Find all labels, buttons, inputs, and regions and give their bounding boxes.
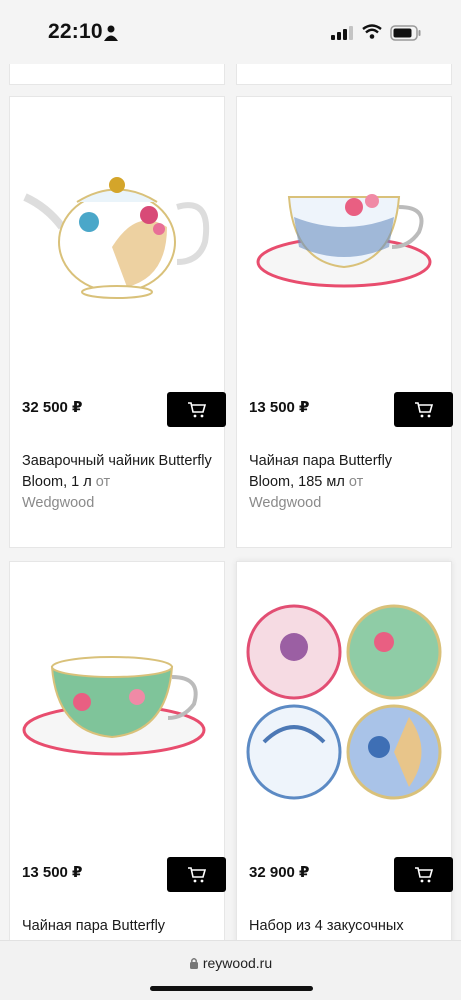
product-image[interactable] xyxy=(237,562,451,842)
cart-icon xyxy=(414,866,433,882)
url-text[interactable]: reywood.ru xyxy=(203,955,272,971)
url-display[interactable]: reywood.ru xyxy=(0,955,461,971)
signal-icon xyxy=(331,26,353,40)
battery-icon xyxy=(390,25,421,41)
product-card[interactable]: 32 900 ₽ Набор из 4 закусочных xyxy=(236,561,453,961)
status-bar: 22:10 xyxy=(0,0,461,64)
product-card[interactable]: 13 500 ₽ Чайная пара Butterfly Bloom, 18… xyxy=(236,96,453,548)
product-title[interactable]: Чайная пара Butterfly xyxy=(22,916,214,937)
lock-icon xyxy=(189,957,198,969)
product-grid: 32 500 ₽ Заварочный чайник Butterfly Blo… xyxy=(0,0,461,1000)
product-brand[interactable]: Wedgwood xyxy=(22,493,214,514)
add-to-cart-button[interactable] xyxy=(394,857,453,892)
cart-icon xyxy=(187,401,206,417)
home-indicator[interactable] xyxy=(150,986,313,991)
product-brand[interactable]: Wedgwood xyxy=(249,493,441,514)
person-icon xyxy=(104,25,118,41)
add-to-cart-button[interactable] xyxy=(167,857,226,892)
wifi-icon xyxy=(362,24,382,39)
cart-icon xyxy=(187,866,206,882)
product-title[interactable]: Чайная пара Butterfly Bloom, 185 мл от W… xyxy=(249,451,441,514)
add-to-cart-button[interactable] xyxy=(394,392,453,427)
cart-icon xyxy=(414,401,433,417)
product-price: 32 900 ₽ xyxy=(249,864,310,881)
product-image[interactable] xyxy=(237,97,451,377)
product-title[interactable]: Заварочный чайник Butterfly Bloom, 1 л о… xyxy=(22,451,214,514)
product-card[interactable]: 32 500 ₽ Заварочный чайник Butterfly Blo… xyxy=(9,96,226,548)
browser-address-bar: reywood.ru xyxy=(0,940,461,1000)
product-price: 32 500 ₽ xyxy=(22,399,83,416)
product-image[interactable] xyxy=(10,97,224,377)
add-to-cart-button[interactable] xyxy=(167,392,226,427)
product-title[interactable]: Набор из 4 закусочных xyxy=(249,916,441,937)
product-price: 13 500 ₽ xyxy=(22,864,83,881)
product-card[interactable]: 13 500 ₽ Чайная пара Butterfly xyxy=(9,561,226,961)
product-price: 13 500 ₽ xyxy=(249,399,310,416)
status-time: 22:10 xyxy=(48,20,103,43)
product-image[interactable] xyxy=(10,562,224,842)
